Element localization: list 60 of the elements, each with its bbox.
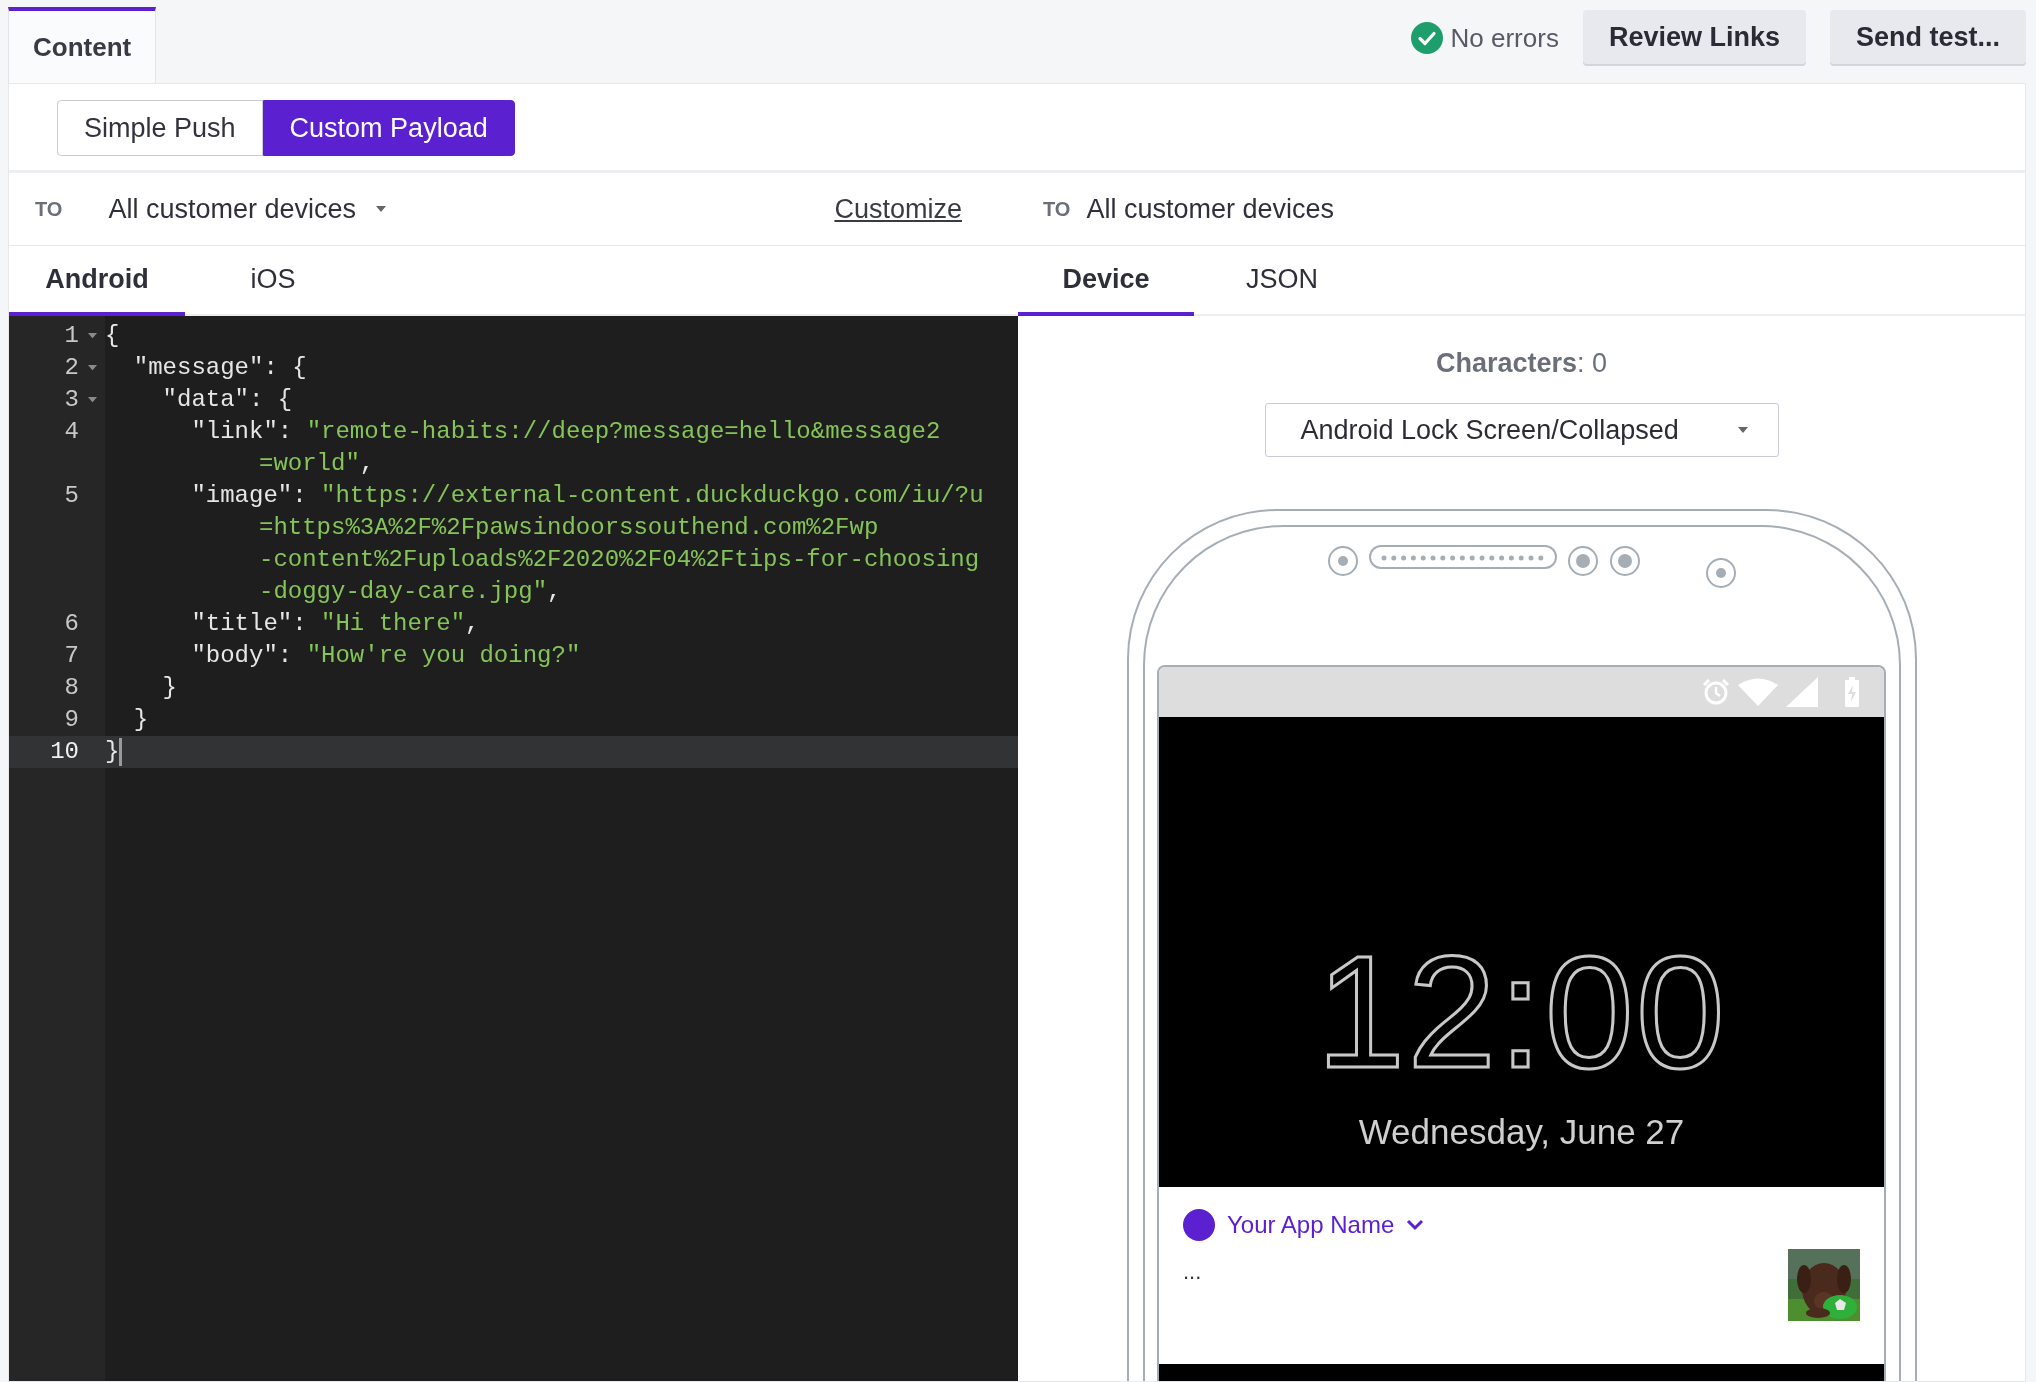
notification-body: ...	[1183, 1259, 1202, 1285]
view-select[interactable]: Android Lock Screen/Collapsed	[1264, 403, 1779, 457]
clock: 12:00	[1316, 942, 1727, 1082]
line-number: 10	[49, 737, 79, 767]
chevron-down-icon[interactable]	[1406, 1219, 1425, 1231]
signal-icon	[1786, 677, 1818, 707]
caret-icon	[1737, 427, 1748, 433]
speaker-icon	[1368, 545, 1557, 569]
content-tab[interactable]: Content	[8, 7, 157, 83]
code-line: "title": "Hi there",	[190, 609, 480, 639]
caret-icon	[87, 365, 97, 371]
line-number: 5	[63, 481, 79, 511]
line-number: 8	[63, 673, 79, 703]
preview-tab[interactable]: JSON	[1194, 246, 1370, 316]
code-line: =world",	[258, 449, 376, 479]
to-label: TO	[1043, 197, 1071, 221]
code-line: -doggy-day-care.jpg",	[258, 577, 563, 607]
sensor-icon	[1326, 545, 1359, 577]
mode-button[interactable]: Simple Push	[57, 100, 263, 156]
code-line: }	[161, 673, 177, 703]
code-line: =https%3A%2F%2Fpawsindoorssouthend.com%2Fwp	[258, 513, 880, 543]
line-number: 6	[63, 609, 79, 639]
line-number: 1	[63, 321, 79, 351]
wifi-icon	[1738, 678, 1778, 706]
code-line: "data": {	[161, 385, 293, 415]
caret-icon	[376, 206, 386, 212]
battery-icon	[1842, 677, 1862, 707]
preview-tab[interactable]: Device	[1018, 246, 1194, 316]
send-test-button[interactable]: Send test...	[1829, 10, 2026, 64]
caret-icon	[87, 397, 97, 403]
sensor-icon	[1608, 545, 1641, 577]
code-line: {	[105, 321, 120, 351]
platform-tab[interactable]: iOS	[185, 246, 361, 316]
status-text: No errors	[1450, 22, 1559, 54]
line-number: 9	[63, 705, 79, 735]
code-line: -content%2Fuploads%2F2020%2F04%2Ftips-for-choosing	[258, 545, 981, 575]
line-number: 4	[63, 417, 79, 447]
sensor-icon	[1704, 557, 1737, 589]
line-number: 3	[63, 385, 79, 415]
code-line: "link": "remote-habits://deep?message=hello&message2	[190, 417, 941, 447]
audience-text: All customer devices	[1086, 193, 1334, 225]
customize-link[interactable]: Customize	[834, 193, 962, 225]
date-text: Wednesday, June 27	[1358, 1112, 1685, 1152]
code-line: "body": "How're you doing?"	[190, 641, 581, 671]
code-line: }	[132, 705, 149, 735]
alarm-icon	[1702, 678, 1730, 706]
app-name: Your App Name	[1227, 1211, 1395, 1239]
to-label: TO	[35, 197, 63, 221]
code-line: "message": {	[132, 353, 307, 383]
mode-button[interactable]: Custom Payload	[262, 100, 515, 156]
line-number: 2	[63, 353, 79, 383]
caret-icon	[87, 333, 97, 339]
code-line: "image": "https://external-content.duckduckgo.com/iu/?u	[190, 481, 984, 511]
app-icon	[1183, 1209, 1215, 1241]
line-number: 7	[63, 641, 79, 671]
audience-dropdown[interactable]: All customer devices	[108, 193, 386, 225]
sensor-icon	[1566, 545, 1599, 577]
character-count: Characters: 0	[1435, 348, 1608, 379]
review-links-button[interactable]: Review Links	[1582, 10, 1806, 64]
code-line: }	[105, 736, 123, 768]
